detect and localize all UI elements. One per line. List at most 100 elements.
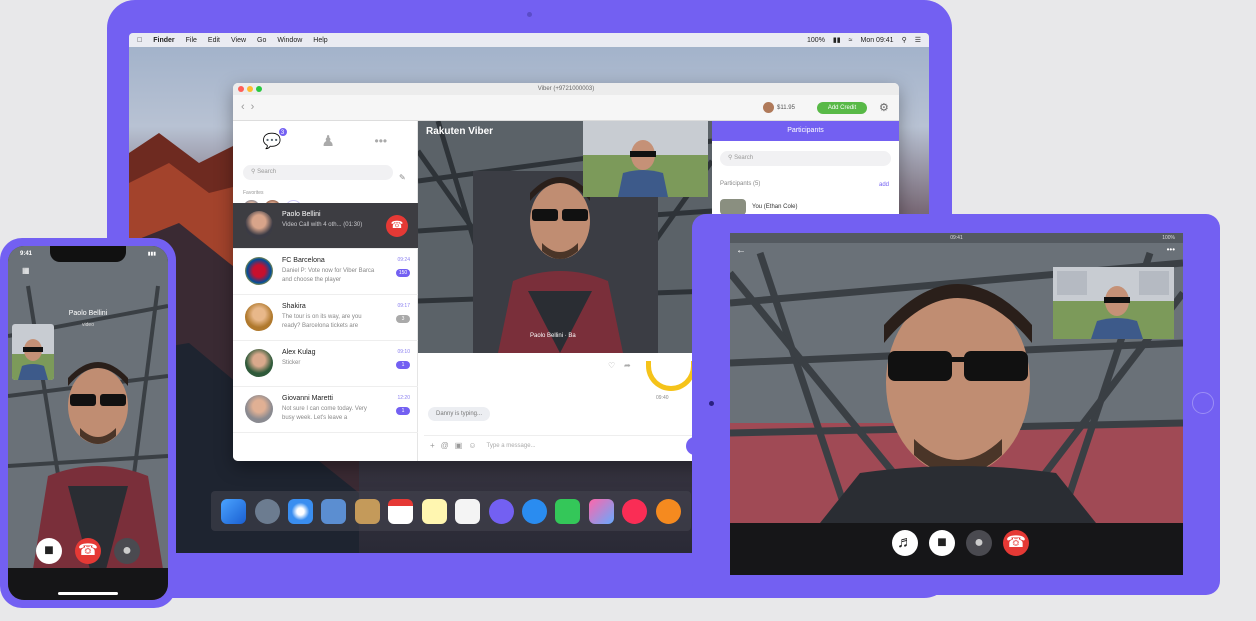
reminders-dock-icon[interactable] <box>455 498 481 524</box>
tablet-home-button[interactable] <box>1192 392 1214 414</box>
balance: $11.95 <box>763 102 795 113</box>
mute-icon[interactable]: ● <box>114 538 140 564</box>
chat-icon[interactable]: 💬 3 <box>263 127 288 150</box>
search-input[interactable]: ⚲ Search <box>243 165 393 180</box>
viber-dock-icon[interactable] <box>488 498 514 524</box>
mail-dock-icon[interactable] <box>321 498 347 524</box>
self-view-feed <box>1053 267 1174 339</box>
menu-finder[interactable]: Finder <box>153 37 174 44</box>
chat-time: 09:10 <box>397 349 410 355</box>
chat-name: Shakira <box>282 303 306 310</box>
chat-preview: Not sure I can come today. Very busy wee… <box>282 406 367 421</box>
avatar <box>245 257 273 285</box>
chat-item-paolo[interactable]: Paolo Bellini Video Call with 4 oth... (… <box>233 203 418 249</box>
safari-dock-icon[interactable] <box>288 498 314 524</box>
video-icon[interactable]: ■ <box>929 530 955 556</box>
notes-dock-icon[interactable] <box>421 498 447 524</box>
end-call-icon[interactable]: ☎ <box>386 215 408 237</box>
chat-item-alex[interactable]: Alex Kulag Sticker 09:10 1 <box>233 341 418 387</box>
menu-file[interactable]: File <box>186 37 197 44</box>
menu-edit[interactable]: Edit <box>208 37 220 44</box>
minimize-call-icon[interactable]: ▦ <box>22 266 30 275</box>
tablet-status-bar: 09:41 100% <box>730 233 1183 243</box>
menu-view[interactable]: View <box>231 37 246 44</box>
heart-icon[interactable]: ♡ <box>608 361 615 370</box>
back-arrow-icon[interactable]: ← <box>736 245 746 256</box>
new-chat-icon[interactable]: ✎ <box>399 173 406 182</box>
unread-count-badge: 1 <box>396 407 410 415</box>
tablet-call-controls-bar <box>730 523 1183 575</box>
settings-icon[interactable]: ⚙ <box>879 101 889 114</box>
participant-item-me[interactable]: You (Ethan Cole) <box>720 199 797 215</box>
avatar <box>245 349 273 377</box>
music-dock-icon[interactable] <box>622 498 648 524</box>
photos-dock-icon[interactable] <box>588 498 614 524</box>
battery-percent: 100% <box>807 36 825 44</box>
mute-icon[interactable]: ● <box>966 530 992 556</box>
chat-item-fc-barcelona[interactable]: FC Barcelona Daniel P: Vote now for Vibe… <box>233 249 418 295</box>
sticker-time: 09:40 <box>656 395 669 401</box>
forward-icon[interactable]: ➦ <box>624 361 631 370</box>
finder-dock-icon[interactable] <box>221 498 247 524</box>
add-credit-button[interactable]: Add Credit <box>817 102 867 114</box>
mac-menubar:  Finder File Edit View Go Window Help 1… <box>129 33 929 47</box>
messages-dock-icon[interactable] <box>522 498 547 524</box>
mention-icon[interactable]: @ <box>441 441 449 450</box>
mac-dock <box>211 491 691 531</box>
chat-list-panel: 💬3 ♟ ••• ⚲ Search ✎ Favorites + Paolo Be… <box>233 121 418 461</box>
chat-item-giovanni[interactable]: Giovanni Maretti Not sure I can come tod… <box>233 387 418 433</box>
search-placeholder: Search <box>734 155 754 161</box>
participants-header: Participants <box>712 121 899 141</box>
participant-name: You (Ethan Cole) <box>752 204 798 210</box>
participants-search-input[interactable]: ⚲ Search <box>720 151 891 166</box>
end-call-icon[interactable]: ☎ <box>1003 530 1029 556</box>
chat-preview: Sticker <box>282 360 301 366</box>
unread-count-badge: 3 <box>396 315 410 323</box>
sticker-icon[interactable]: ☺ <box>468 441 476 450</box>
launchpad-dock-icon[interactable] <box>254 498 280 524</box>
caller-name-label: Paolo Bellini · Ba <box>530 333 576 339</box>
add-icon[interactable]: + <box>430 441 435 450</box>
sticker-image <box>646 361 696 391</box>
zoom-window-button[interactable] <box>256 86 262 92</box>
chat-list-tabs: 💬 3 ♟ ••• <box>233 121 417 161</box>
speaker-icon[interactable]: ♬ <box>892 530 918 556</box>
chat-preview: Daniel P: Vote now for Viber Barca and c… <box>282 268 375 283</box>
menubar-clock[interactable]: Mon 09:41 <box>860 37 893 44</box>
chat-item-shakira[interactable]: Shakira The tour is on its way, are you … <box>233 295 418 341</box>
spotlight-search-icon[interactable]: ⚲ <box>902 36 907 44</box>
video-icon[interactable]: ■ <box>36 538 62 564</box>
calendar-dock-icon[interactable] <box>388 498 414 524</box>
menu-help[interactable]: Help <box>313 37 327 44</box>
add-participant-link[interactable]: add <box>879 182 889 188</box>
phone-screen: 9:41 ▮▮▮ ▦ Paolo Bellini video ■ ☎ ● <box>8 246 168 600</box>
tablet-self-view[interactable] <box>1053 267 1174 339</box>
minimize-window-button[interactable] <box>247 86 253 92</box>
close-window-button[interactable] <box>238 86 244 92</box>
avatar[interactable] <box>763 102 774 113</box>
end-call-icon[interactable]: ☎ <box>75 538 101 564</box>
phone-status-time: 9:41 <box>20 251 33 257</box>
balance-amount: $11.95 <box>777 104 795 111</box>
viber-brand-logo: Rakuten Viber <box>426 126 494 137</box>
back-forward-icons[interactable]: ‹› <box>241 101 260 113</box>
phone-self-view[interactable] <box>12 324 54 380</box>
contacts-icon[interactable]: ♟ <box>321 132 334 150</box>
more-icon[interactable]: ••• <box>375 134 388 148</box>
message-input[interactable]: Type a message... <box>487 443 536 449</box>
chat-name: FC Barcelona <box>282 257 325 264</box>
books-dock-icon[interactable] <box>655 498 681 524</box>
camera-icon[interactable]: ▣ <box>455 441 463 450</box>
home-indicator[interactable] <box>58 592 118 595</box>
menu-go[interactable]: Go <box>257 37 266 44</box>
more-icon[interactable]: ••• <box>1167 245 1175 254</box>
menu-window[interactable]: Window <box>277 37 302 44</box>
facetime-dock-icon[interactable] <box>555 498 581 524</box>
notification-center-icon[interactable]: ☰ <box>915 36 921 44</box>
battery-icon[interactable]: ▮▮ <box>833 36 841 44</box>
apple-icon[interactable]:  <box>137 37 142 44</box>
contacts-dock-icon[interactable] <box>354 498 380 524</box>
unread-count-badge: 150 <box>396 269 410 277</box>
window-titlebar: Viber (+9721000003) <box>233 83 899 95</box>
wifi-icon[interactable]: ≈ <box>849 37 853 44</box>
